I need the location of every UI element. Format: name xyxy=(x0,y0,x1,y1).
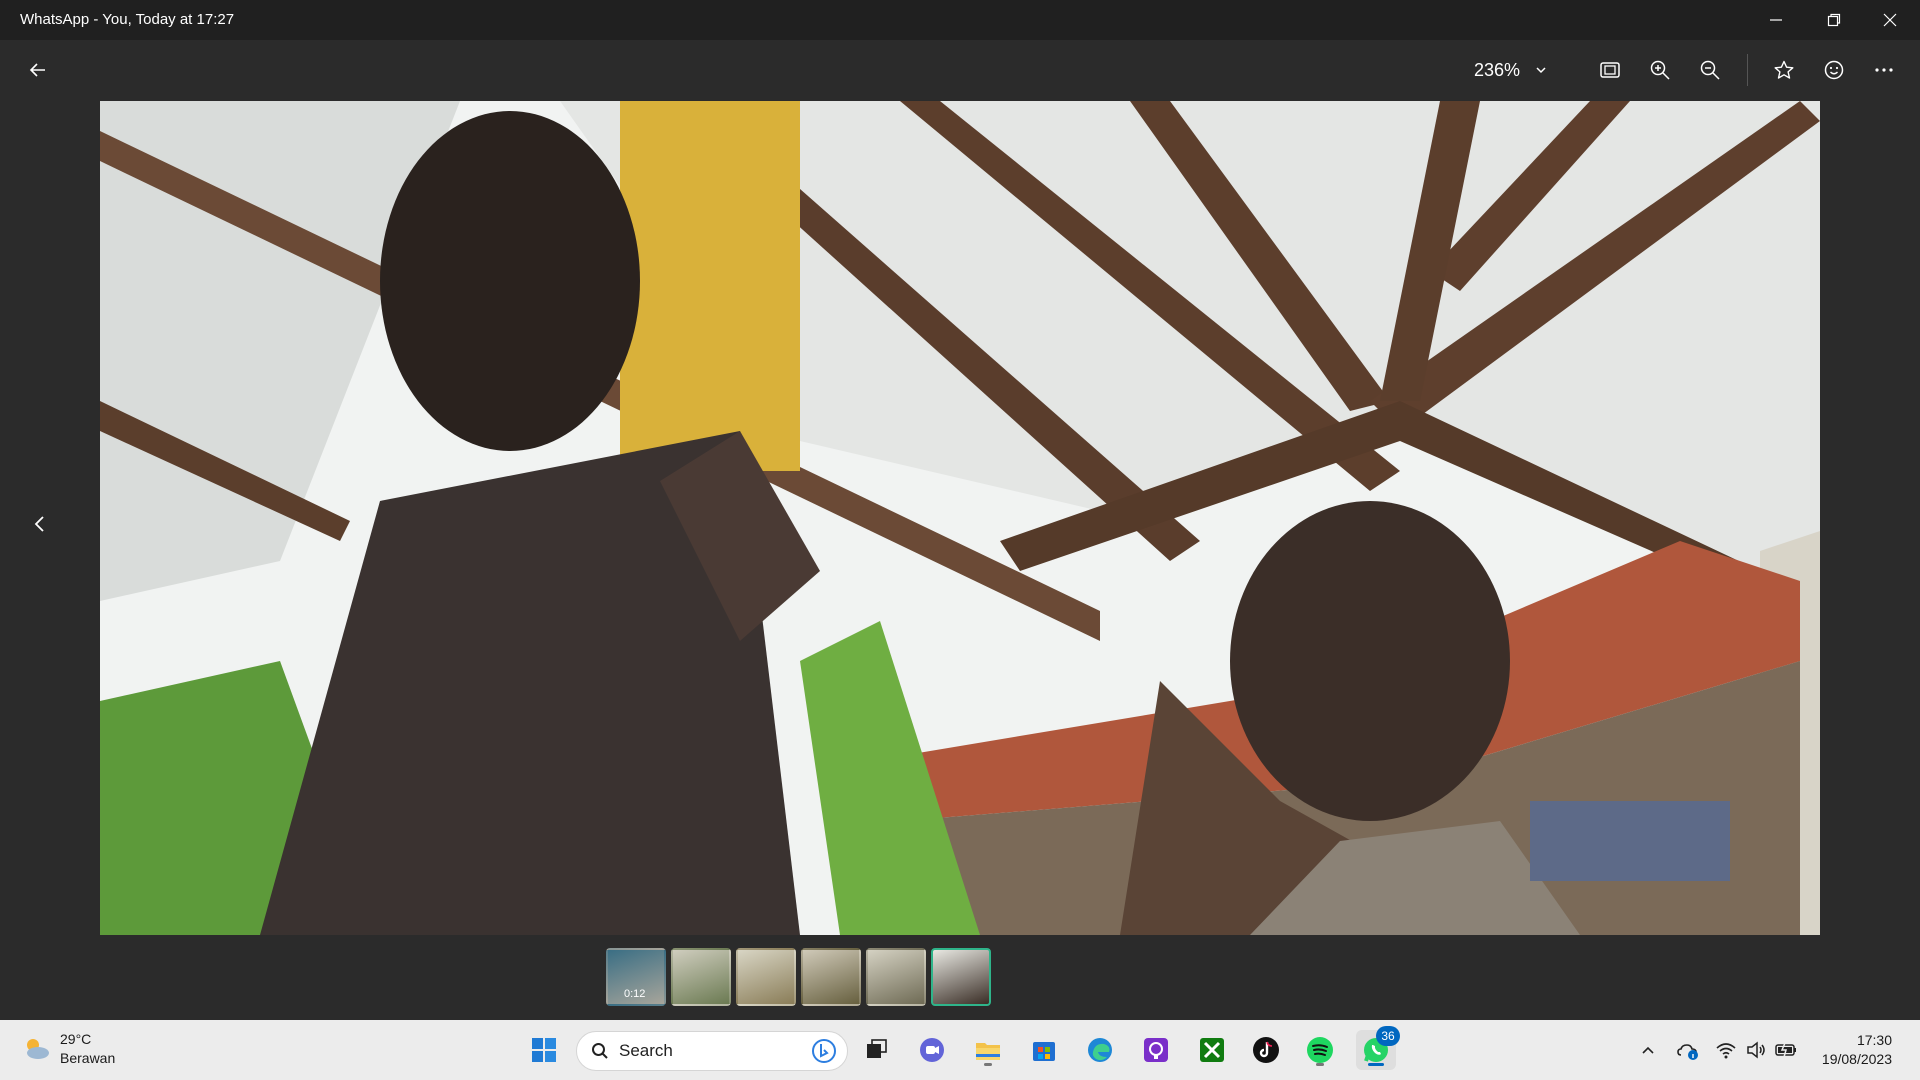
filmstrip-thumb[interactable] xyxy=(671,948,731,1006)
more-icon xyxy=(1875,68,1893,72)
favorite-button[interactable] xyxy=(1764,50,1804,90)
task-view-icon xyxy=(867,1039,887,1058)
back-button[interactable] xyxy=(18,50,58,90)
zoom-level: 236% xyxy=(1474,59,1521,80)
taskbar-search[interactable]: Search xyxy=(576,1031,848,1071)
volume-icon xyxy=(1747,1041,1765,1059)
zoom-out-icon xyxy=(1700,60,1720,80)
teams-chat-icon xyxy=(920,1038,944,1062)
spotify-button[interactable] xyxy=(1300,1030,1340,1070)
volume-tray[interactable] xyxy=(1744,1038,1768,1062)
taskbar: 29°C Berawan Search 36 17:30 19/08/2023 xyxy=(0,1020,1920,1080)
windows-start-icon xyxy=(532,1038,556,1062)
store-button[interactable] xyxy=(1024,1030,1064,1070)
file-explorer-button[interactable] xyxy=(968,1030,1008,1070)
edge-button[interactable] xyxy=(1080,1030,1120,1070)
zoom-dropdown[interactable]: 236% xyxy=(1474,50,1548,90)
app-button[interactable] xyxy=(1136,1030,1176,1070)
filmstrip-thumb-active[interactable] xyxy=(931,948,991,1006)
chevron-left-icon xyxy=(34,516,44,532)
zoom-in-icon xyxy=(1650,60,1670,80)
filmstrip-thumb[interactable] xyxy=(866,948,926,1006)
video-duration: 0:12 xyxy=(624,988,646,1000)
edge-icon xyxy=(1088,1038,1112,1062)
battery-tray[interactable] xyxy=(1774,1038,1798,1062)
clock-time: 17:30 xyxy=(1856,1032,1892,1048)
onedrive-tray[interactable] xyxy=(1676,1038,1700,1062)
media-stage: 0:12 xyxy=(0,100,1920,1020)
media-photo[interactable] xyxy=(100,101,1820,935)
more-options-button[interactable] xyxy=(1864,50,1904,90)
running-indicator xyxy=(1316,1063,1324,1066)
fit-screen-icon xyxy=(1600,62,1620,78)
partly-cloudy-icon xyxy=(27,1039,49,1059)
weather-condition: Berawan xyxy=(60,1050,116,1066)
emoji-icon xyxy=(1824,60,1844,80)
running-indicator xyxy=(984,1063,992,1066)
toolbar-divider xyxy=(1747,54,1748,86)
photo-illustration xyxy=(100,101,1820,935)
notification-badge: 36 xyxy=(1376,1026,1400,1046)
restore-button[interactable] xyxy=(1806,0,1862,40)
running-indicator-active xyxy=(1368,1063,1384,1066)
cloud-info-icon xyxy=(1677,1044,1698,1060)
fit-screen-button[interactable] xyxy=(1590,50,1630,90)
file-explorer-icon xyxy=(976,1043,1000,1060)
minimize-icon xyxy=(1770,19,1782,21)
zoom-out-button[interactable] xyxy=(1690,50,1730,90)
wifi-icon xyxy=(1716,1043,1736,1059)
previous-media-button[interactable] xyxy=(20,500,60,548)
ms-store-icon xyxy=(1033,1042,1055,1061)
filmstrip-thumb[interactable] xyxy=(801,948,861,1006)
task-view-button[interactable] xyxy=(856,1030,896,1070)
app-icon xyxy=(1144,1038,1168,1062)
battery-charging-icon xyxy=(1775,1042,1796,1058)
xbox-button[interactable] xyxy=(1192,1030,1232,1070)
whatsapp-button[interactable]: 36 xyxy=(1356,1026,1400,1070)
clock-date: 19/08/2023 xyxy=(1821,1051,1892,1067)
minimize-button[interactable] xyxy=(1748,0,1804,40)
spotify-icon xyxy=(1307,1037,1333,1063)
search-placeholder: Search xyxy=(619,1041,673,1060)
zoom-in-button[interactable] xyxy=(1640,50,1680,90)
weather-temp: 29°C xyxy=(60,1031,92,1047)
bing-icon xyxy=(812,1039,836,1063)
window-title: WhatsApp - You, Today at 17:27 xyxy=(20,11,235,28)
title-bar: WhatsApp - You, Today at 17:27 xyxy=(0,0,1920,40)
viewer-toolbar: 236% xyxy=(0,40,1920,100)
react-button[interactable] xyxy=(1814,50,1854,90)
close-icon xyxy=(1883,13,1897,27)
restore-icon xyxy=(1827,13,1841,27)
system-clock[interactable]: 17:30 19/08/2023 xyxy=(1822,1031,1892,1069)
close-button[interactable] xyxy=(1862,0,1918,40)
filmstrip-thumb[interactable] xyxy=(736,948,796,1006)
chevron-up-icon xyxy=(1642,1046,1654,1054)
start-button[interactable] xyxy=(524,1030,564,1070)
filmstrip-thumb[interactable]: 0:12 xyxy=(606,948,666,1006)
xbox-icon xyxy=(1200,1038,1224,1062)
chat-button[interactable] xyxy=(912,1030,952,1070)
chevron-down-icon xyxy=(1536,67,1546,74)
search-icon xyxy=(592,1043,608,1059)
tiktok-button[interactable] xyxy=(1246,1030,1286,1070)
wifi-tray[interactable] xyxy=(1714,1038,1738,1062)
arrow-left-icon xyxy=(29,63,45,77)
filmstrip: 0:12 xyxy=(606,948,991,1006)
show-hidden-icons-button[interactable] xyxy=(1636,1038,1660,1062)
weather-widget[interactable]: 29°C Berawan xyxy=(20,1030,115,1068)
tiktok-icon xyxy=(1253,1037,1279,1063)
star-icon xyxy=(1774,60,1794,79)
